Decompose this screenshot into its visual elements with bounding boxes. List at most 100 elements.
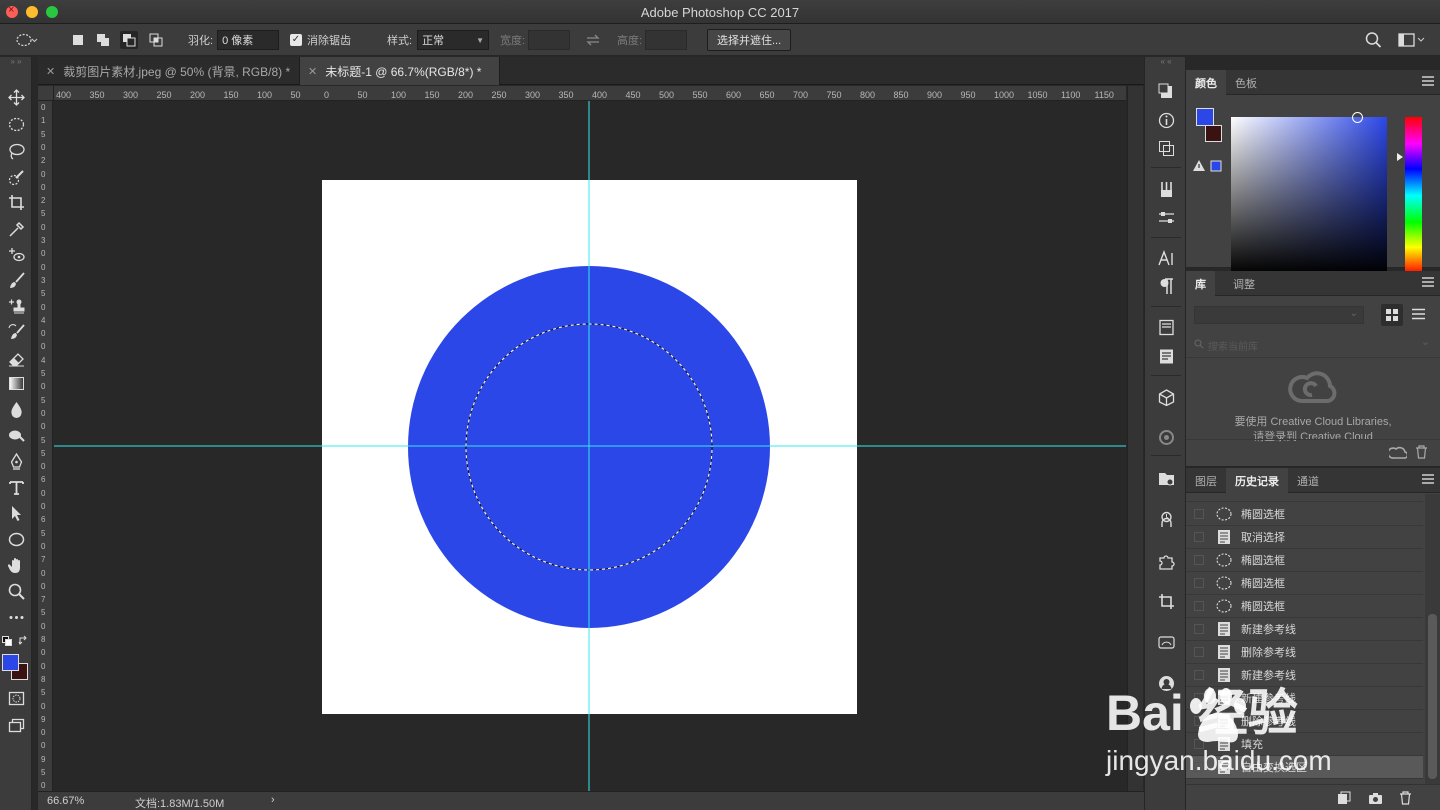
hand-tool[interactable] [4, 554, 28, 576]
history-row[interactable]: 自由变换选区 [1186, 756, 1423, 779]
close-tab-icon[interactable]: ✕ [46, 65, 55, 78]
history-brush-source-checkbox[interactable] [1194, 509, 1204, 519]
zoom-level[interactable]: 66.67% [47, 795, 84, 807]
trash-icon[interactable] [1399, 791, 1412, 805]
saturation-brightness-field[interactable] [1231, 117, 1387, 274]
dock-grip[interactable]: « « [1145, 57, 1187, 67]
3d-panel-button[interactable] [1156, 387, 1176, 407]
canvas-area[interactable] [54, 101, 1126, 791]
character-styles-button[interactable] [1156, 317, 1176, 337]
antialias-checkbox[interactable]: ✓ [290, 34, 302, 46]
subtract-selection-button[interactable] [120, 31, 138, 49]
new-document-from-state-icon[interactable] [1337, 791, 1351, 805]
type-tool[interactable] [4, 476, 28, 498]
dodge-tool[interactable] [4, 424, 28, 446]
eraser-tool[interactable] [4, 347, 28, 369]
plugins-panel-button[interactable] [1156, 551, 1176, 571]
history-brush-source-checkbox[interactable] [1194, 670, 1204, 680]
library-select[interactable]: ⌄ [1194, 306, 1364, 324]
document-tab-1[interactable]: ✕ 裁剪图片素材.jpeg @ 50% (背景, RGB/8) * [38, 57, 300, 85]
character-panel-button[interactable] [1156, 248, 1176, 268]
brush-tool[interactable] [4, 269, 28, 291]
history-scroll-thumb[interactable] [1428, 614, 1437, 779]
height-input[interactable] [645, 30, 688, 50]
grid-view-button[interactable] [1381, 304, 1403, 326]
camera-icon[interactable] [1368, 792, 1383, 805]
tab-channels[interactable]: 通道 [1288, 468, 1328, 493]
style-select[interactable]: 正常 ▼ [417, 30, 490, 50]
libraries-dock-button[interactable] [1156, 427, 1176, 447]
panel-menu-icon[interactable] [1422, 474, 1434, 484]
panel-menu-icon[interactable] [1422, 76, 1434, 86]
clone-stamp-tool[interactable] [4, 295, 28, 317]
width-input[interactable] [528, 30, 571, 50]
zoom-tool[interactable] [4, 580, 28, 602]
crop-panel-button[interactable] [1156, 591, 1176, 611]
swap-colors-icon[interactable] [18, 635, 29, 649]
history-brush-source-checkbox[interactable] [1194, 601, 1204, 611]
tool-preset-picker[interactable] [16, 24, 38, 56]
history-row[interactable]: 删除参考线 [1186, 641, 1423, 664]
paragraph-styles-button[interactable] [1156, 346, 1176, 366]
panel-menu-icon[interactable] [1422, 277, 1434, 287]
lasso-tool[interactable] [4, 140, 28, 162]
default-colors-icon[interactable] [2, 636, 12, 649]
workspace-switcher-icon[interactable] [1398, 33, 1426, 47]
ellipse-shape-tool[interactable] [4, 528, 28, 550]
elliptical-marquee-tool[interactable] [4, 113, 28, 135]
library-search[interactable]: 搜索当前库 ⌄ [1194, 335, 1436, 353]
properties-panel-button[interactable] [1156, 468, 1176, 488]
history-brush-source-checkbox[interactable] [1194, 624, 1204, 634]
history-row[interactable]: 椭圆选框 [1186, 572, 1423, 595]
tab-layers[interactable]: 图层 [1186, 468, 1226, 493]
library-login-message-2[interactable]: 请登录到 Creative Cloud [1186, 428, 1440, 444]
paragraph-panel-button[interactable] [1156, 276, 1176, 296]
blur-tool[interactable] [4, 398, 28, 420]
horizontal-ruler[interactable]: 400 350 300 250 200 150 100 50 0 50 100 150 200 250 30… [54, 86, 1126, 101]
new-selection-button[interactable] [69, 31, 87, 49]
tab-color[interactable]: 颜色 [1186, 70, 1226, 95]
select-and-mask-button[interactable]: 选择并遮住... [707, 29, 792, 51]
screen-mode-button[interactable] [4, 714, 28, 736]
foreground-color-swatch[interactable] [2, 654, 19, 671]
intersect-selection-button[interactable] [147, 31, 165, 49]
swap-dimensions-icon[interactable] [585, 34, 601, 46]
history-brush-source-checkbox[interactable] [1194, 716, 1204, 726]
history-brush-source-checkbox[interactable] [1194, 532, 1204, 542]
history-brush-source-checkbox[interactable] [1194, 555, 1204, 565]
history-panel-button[interactable] [1156, 81, 1176, 101]
history-row[interactable]: 新建参考线 [1186, 687, 1423, 710]
quick-selection-tool[interactable] [4, 166, 28, 188]
list-view-button[interactable] [1412, 308, 1425, 323]
toolbar-grip[interactable]: » » [0, 57, 32, 67]
history-row[interactable]: 取消选择 [1186, 526, 1423, 549]
navigator-panel-button[interactable] [1156, 138, 1176, 158]
timeline-panel-button[interactable] [1156, 632, 1176, 652]
history-row[interactable]: 删除参考线 [1186, 710, 1423, 733]
document-canvas[interactable] [54, 101, 1126, 791]
history-row[interactable]: 新建参考线 [1186, 664, 1423, 687]
hue-slider[interactable] [1405, 117, 1422, 274]
history-brush-source-checkbox[interactable] [1194, 693, 1204, 703]
history-brush-source-checkbox[interactable] [1194, 762, 1204, 772]
add-selection-button[interactable] [94, 31, 112, 49]
history-row[interactable]: 填充 [1186, 733, 1423, 756]
tab-adjustments[interactable]: 调整 [1224, 271, 1264, 296]
crop-tool[interactable] [4, 191, 28, 213]
quick-mask-button[interactable] [4, 687, 28, 709]
gamut-warning-icon[interactable] [1193, 159, 1223, 176]
status-menu-arrow[interactable]: › [271, 794, 275, 806]
history-brush-tool[interactable] [4, 321, 28, 343]
history-brush-source-checkbox[interactable] [1194, 578, 1204, 588]
history-scrollbar[interactable] [1425, 494, 1440, 784]
history-row[interactable]: 椭圆选框 [1186, 595, 1423, 618]
history-brush-source-checkbox[interactable] [1194, 739, 1204, 749]
ruler-origin[interactable] [38, 86, 54, 101]
history-row[interactable]: 新建参考线 [1186, 618, 1423, 641]
history-brush-source-checkbox[interactable] [1194, 647, 1204, 657]
color-picker-handle[interactable] [1352, 112, 1363, 123]
path-selection-tool[interactable] [4, 502, 28, 524]
brush-presets-button[interactable] [1156, 179, 1176, 199]
document-tab-2[interactable]: ✕ 未标题-1 @ 66.7%(RGB/8*) * [300, 57, 500, 85]
close-tab-icon[interactable]: ✕ [308, 65, 317, 78]
